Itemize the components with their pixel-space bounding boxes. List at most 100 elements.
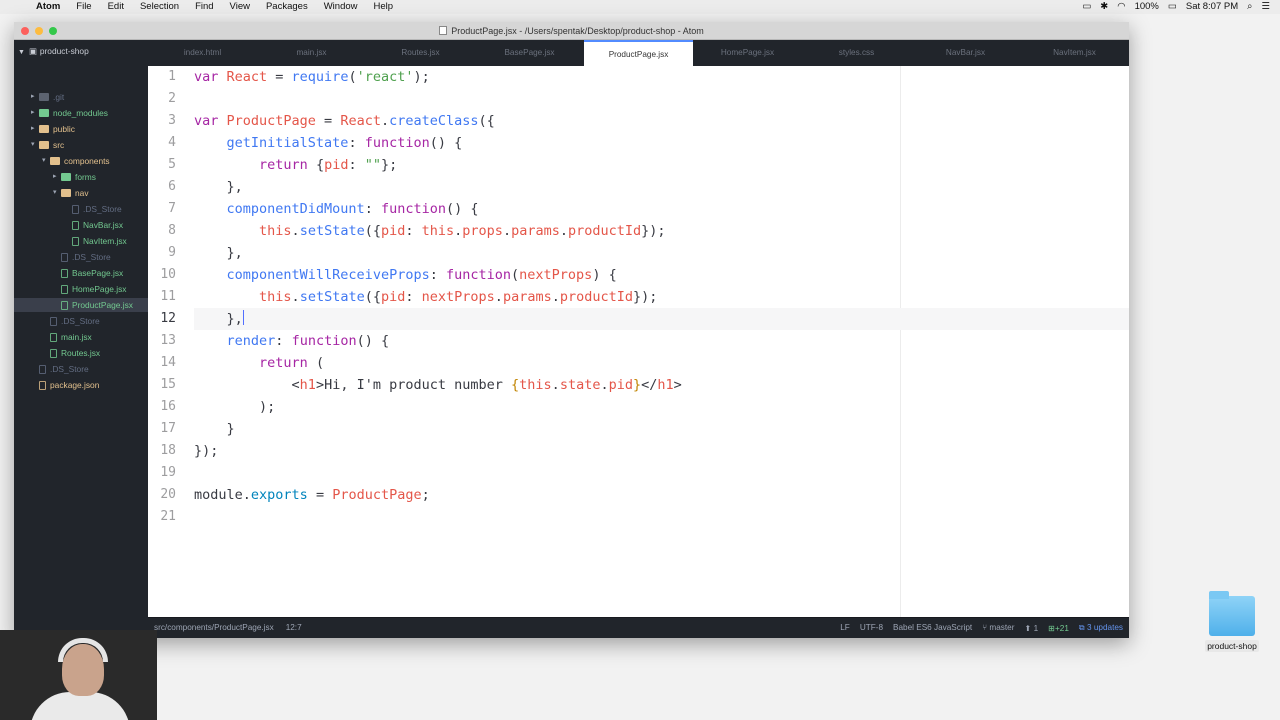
status-git-ahead[interactable]: ⬆ 1 <box>1024 623 1038 633</box>
menu-view[interactable]: View <box>222 1 258 13</box>
code-line[interactable]: }, <box>194 176 1129 198</box>
line-number[interactable]: 9 <box>148 242 186 264</box>
menu-window[interactable]: Window <box>316 1 366 13</box>
spotlight-icon[interactable]: ⌕ <box>1247 1 1252 13</box>
code-line[interactable]: render: function() { <box>194 330 1129 352</box>
line-number[interactable]: 14 <box>148 352 186 374</box>
status-git-branch[interactable]: ⑂ master <box>982 623 1014 633</box>
apple-icon[interactable] <box>12 1 28 13</box>
line-number[interactable]: 4 <box>148 132 186 154</box>
status-grammar[interactable]: Babel ES6 JavaScript <box>893 623 972 633</box>
code-line[interactable]: }, <box>194 308 1129 330</box>
code-line[interactable]: componentWillReceiveProps: function(next… <box>194 264 1129 286</box>
menu-selection[interactable]: Selection <box>132 1 187 13</box>
tab-index-html[interactable]: index.html <box>148 40 257 66</box>
tab-navitem-jsx[interactable]: NavItem.jsx <box>1020 40 1129 66</box>
line-number[interactable]: 19 <box>148 462 186 484</box>
line-number[interactable]: 20 <box>148 484 186 506</box>
tree-item[interactable]: BasePage.jsx <box>53 266 148 280</box>
tree-item[interactable]: package.json <box>31 378 148 392</box>
code-line[interactable]: this.setState({pid: nextProps.params.pro… <box>194 286 1129 308</box>
status-cursor-position[interactable]: 12:7 <box>286 623 302 632</box>
tree-item[interactable]: ▾ nav <box>53 186 148 200</box>
code-line[interactable]: <h1>Hi, I'm product number {this.state.p… <box>194 374 1129 396</box>
menu-file[interactable]: File <box>68 1 99 13</box>
code-line[interactable]: getInitialState: function() { <box>194 132 1129 154</box>
tab-homepage-jsx[interactable]: HomePage.jsx <box>693 40 802 66</box>
text-editor[interactable]: 1 2 3 4 5 6 7 8 9 10 11 12 13 14 15 16 17 18 19 20 21 var Re… <box>148 66 1129 617</box>
code-line[interactable]: }); <box>194 440 1129 462</box>
line-number[interactable]: 12 <box>148 308 186 330</box>
line-number[interactable]: 15 <box>148 374 186 396</box>
menu-app-name[interactable]: Atom <box>28 1 68 13</box>
tree-item[interactable]: ▾ components <box>42 154 148 168</box>
code-line[interactable]: } <box>194 418 1129 440</box>
code-line[interactable]: module.exports = ProductPage; <box>194 484 1129 506</box>
line-number[interactable]: 5 <box>148 154 186 176</box>
tree-item[interactable]: ▸ .git <box>31 90 148 104</box>
line-number[interactable]: 18 <box>148 440 186 462</box>
tree-item[interactable]: Routes.jsx <box>42 346 148 360</box>
tab-styles-css[interactable]: styles.css <box>802 40 911 66</box>
battery-icon[interactable]: ▭ <box>1168 1 1177 13</box>
tab-main-jsx[interactable]: main.jsx <box>257 40 366 66</box>
tree-item[interactable]: ▸ node_modules <box>31 106 148 120</box>
tree-item[interactable]: .DS_Store <box>53 250 148 264</box>
code-line[interactable]: ); <box>194 396 1129 418</box>
status-updates[interactable]: ⧉ 3 updates <box>1079 623 1123 633</box>
screen-icon[interactable]: ▭ <box>1082 1 1091 13</box>
line-number[interactable]: 11 <box>148 286 186 308</box>
code-line[interactable]: return ( <box>194 352 1129 374</box>
tab-navbar-jsx[interactable]: NavBar.jsx <box>911 40 1020 66</box>
tree-item[interactable]: ▸ forms <box>53 170 148 184</box>
line-number[interactable]: 16 <box>148 396 186 418</box>
code-line[interactable]: this.setState({pid: this.props.params.pr… <box>194 220 1129 242</box>
menu-edit[interactable]: Edit <box>100 1 132 13</box>
line-number[interactable]: 1 <box>148 66 186 88</box>
tree-item[interactable]: ▸ public <box>31 122 148 136</box>
menu-packages[interactable]: Packages <box>258 1 316 13</box>
tree-item[interactable]: .DS_Store <box>42 314 148 328</box>
status-file-path[interactable]: src/components/ProductPage.jsx <box>154 623 274 632</box>
line-number[interactable]: 10 <box>148 264 186 286</box>
code-line[interactable]: componentDidMount: function() { <box>194 198 1129 220</box>
tree-item[interactable]: NavBar.jsx <box>64 218 148 232</box>
tree-item[interactable]: main.jsx <box>42 330 148 344</box>
line-number[interactable]: 17 <box>148 418 186 440</box>
battery-percent[interactable]: 100% <box>1135 1 1159 13</box>
line-number[interactable]: 6 <box>148 176 186 198</box>
tree-item[interactable]: ▾ src <box>31 138 148 152</box>
window-titlebar[interactable]: ProductPage.jsx - /Users/spentak/Desktop… <box>14 22 1129 40</box>
code-lines[interactable]: var React = require('react'); var Product… <box>194 66 1129 528</box>
clock[interactable]: Sat 8:07 PM <box>1186 1 1238 13</box>
tab-productpage-jsx[interactable]: ProductPage.jsx <box>584 40 693 66</box>
code-line[interactable] <box>194 88 1129 110</box>
line-number[interactable]: 2 <box>148 88 186 110</box>
menu-help[interactable]: Help <box>366 1 402 13</box>
status-git-diff[interactable]: ⊞+21 <box>1048 623 1069 633</box>
tab-routes-jsx[interactable]: Routes.jsx <box>366 40 475 66</box>
code-line[interactable] <box>194 506 1129 528</box>
bluetooth-icon[interactable]: ✱ <box>1100 1 1108 13</box>
menu-find[interactable]: Find <box>187 1 221 13</box>
code-line[interactable]: }, <box>194 242 1129 264</box>
wifi-icon[interactable]: ◠ <box>1117 1 1125 13</box>
tree-item[interactable]: NavItem.jsx <box>64 234 148 248</box>
notification-center-icon[interactable]: ☰ <box>1261 1 1270 13</box>
line-number[interactable]: 8 <box>148 220 186 242</box>
status-encoding[interactable]: UTF-8 <box>860 623 883 633</box>
line-number[interactable]: 13 <box>148 330 186 352</box>
code-line[interactable]: var React = require('react'); <box>194 66 1129 88</box>
tree-item[interactable]: ProductPage.jsx <box>14 298 148 312</box>
line-number[interactable]: 3 <box>148 110 186 132</box>
tree-item[interactable]: .DS_Store <box>31 362 148 376</box>
code-line[interactable]: var ProductPage = React.createClass({ <box>194 110 1129 132</box>
desktop-folder-product-shop[interactable]: product-shop <box>1204 591 1260 654</box>
line-number[interactable]: 21 <box>148 506 186 528</box>
status-line-ending[interactable]: LF <box>840 623 850 633</box>
code-line[interactable]: return {pid: ""}; <box>194 154 1129 176</box>
tree-project-root[interactable]: ▼ ▣ product-shop <box>18 46 89 56</box>
code-line[interactable] <box>194 462 1129 484</box>
tree-item[interactable]: HomePage.jsx <box>53 282 148 296</box>
tab-basepage-jsx[interactable]: BasePage.jsx <box>475 40 584 66</box>
